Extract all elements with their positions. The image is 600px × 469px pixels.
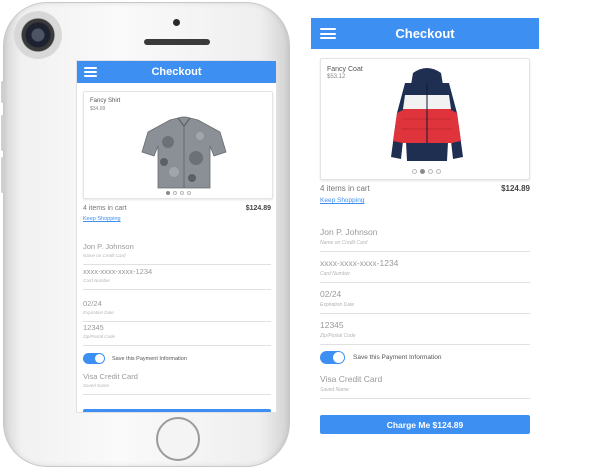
keep-shopping-link[interactable]: Keep Shopping (83, 216, 121, 222)
save-payment-toggle[interactable] (320, 351, 345, 364)
card-name-field[interactable]: Jon P. Johnson Name on Credit Card (83, 242, 271, 265)
carousel-dot[interactable] (436, 169, 441, 174)
menu-icon[interactable] (84, 67, 97, 77)
carousel-dot[interactable] (166, 191, 170, 195)
charge-button[interactable]: Charge Me $124.89 (320, 415, 530, 434)
earpiece-speaker (144, 39, 210, 45)
cart-total: $124.89 (245, 205, 271, 212)
product-price: $34.99 (90, 106, 106, 112)
coat-image (391, 68, 463, 161)
carousel-dot[interactable] (412, 169, 417, 174)
page-title: Checkout (395, 26, 455, 41)
carousel-dots[interactable] (412, 169, 441, 174)
front-camera-icon (173, 19, 180, 26)
carousel-dot[interactable] (173, 191, 177, 195)
shirt-image (141, 116, 227, 189)
page-title: Checkout (151, 66, 202, 78)
volume-down-button (1, 157, 4, 193)
product-name: Fancy Coat (327, 66, 363, 73)
cart-total: $124.89 (501, 184, 530, 193)
app-bar: Checkout (77, 61, 276, 83)
checkout-view-large: Checkout Fancy Coat $53.12 4 items in ca… (311, 18, 539, 438)
phone-mockup: Checkout Fancy Shirt $34.99 4 items in c… (1, 2, 290, 467)
expiration-field[interactable]: 02/24 Expiration Date (83, 299, 271, 322)
volume-up-button (1, 115, 4, 151)
app-bar: Checkout (311, 18, 539, 49)
zip-field[interactable]: 12345 Zip/Postal Code (83, 323, 271, 346)
product-name: Fancy Shirt (90, 98, 121, 104)
save-payment-label: Save this Payment Information (353, 354, 442, 361)
carousel-dot[interactable] (428, 169, 433, 174)
cart-summary: 4 items in cart $124.89 (320, 184, 530, 193)
product-card[interactable]: Fancy Shirt $34.99 (83, 91, 273, 199)
carousel-dot[interactable] (420, 169, 425, 174)
keep-shopping-link[interactable]: Keep Shopping (320, 197, 364, 204)
save-payment-row: Save this Payment Information (83, 353, 187, 364)
saved-name-field[interactable]: Visa Credit Card Saved Name (320, 374, 530, 399)
rear-camera-icon (14, 11, 62, 59)
carousel-dot[interactable] (180, 191, 184, 195)
charge-button[interactable] (83, 409, 271, 412)
carousel-dots[interactable] (166, 191, 191, 195)
cart-count: 4 items in cart (320, 184, 370, 193)
expiration-field[interactable]: 02/24 Expiration Date (320, 289, 530, 314)
silent-switch (1, 81, 4, 103)
menu-icon[interactable] (320, 28, 336, 39)
product-price: $53.12 (327, 74, 346, 80)
save-payment-toggle[interactable] (83, 353, 105, 364)
saved-name-field[interactable]: Visa Credit Card Saved Name (83, 372, 271, 395)
carousel-dot[interactable] (187, 191, 191, 195)
zip-field[interactable]: 12345 Zip/Postal Code (320, 320, 530, 345)
card-number-field[interactable]: xxxx-xxxx-xxxx-1234 Card Number (83, 267, 271, 290)
save-payment-row: Save this Payment Information (320, 351, 442, 364)
home-button (156, 417, 200, 461)
cart-summary: 4 items in cart $124.89 (83, 205, 271, 212)
card-name-field[interactable]: Jon P. Johnson Name on Credit Card (320, 227, 530, 252)
save-payment-label: Save this Payment Information (112, 355, 187, 362)
phone-screen: Checkout Fancy Shirt $34.99 4 items in c… (76, 60, 277, 413)
product-card[interactable]: Fancy Coat $53.12 (320, 58, 530, 180)
card-number-field[interactable]: xxxx-xxxx-xxxx-1234 Card Number (320, 258, 530, 283)
cart-count: 4 items in cart (83, 205, 127, 212)
